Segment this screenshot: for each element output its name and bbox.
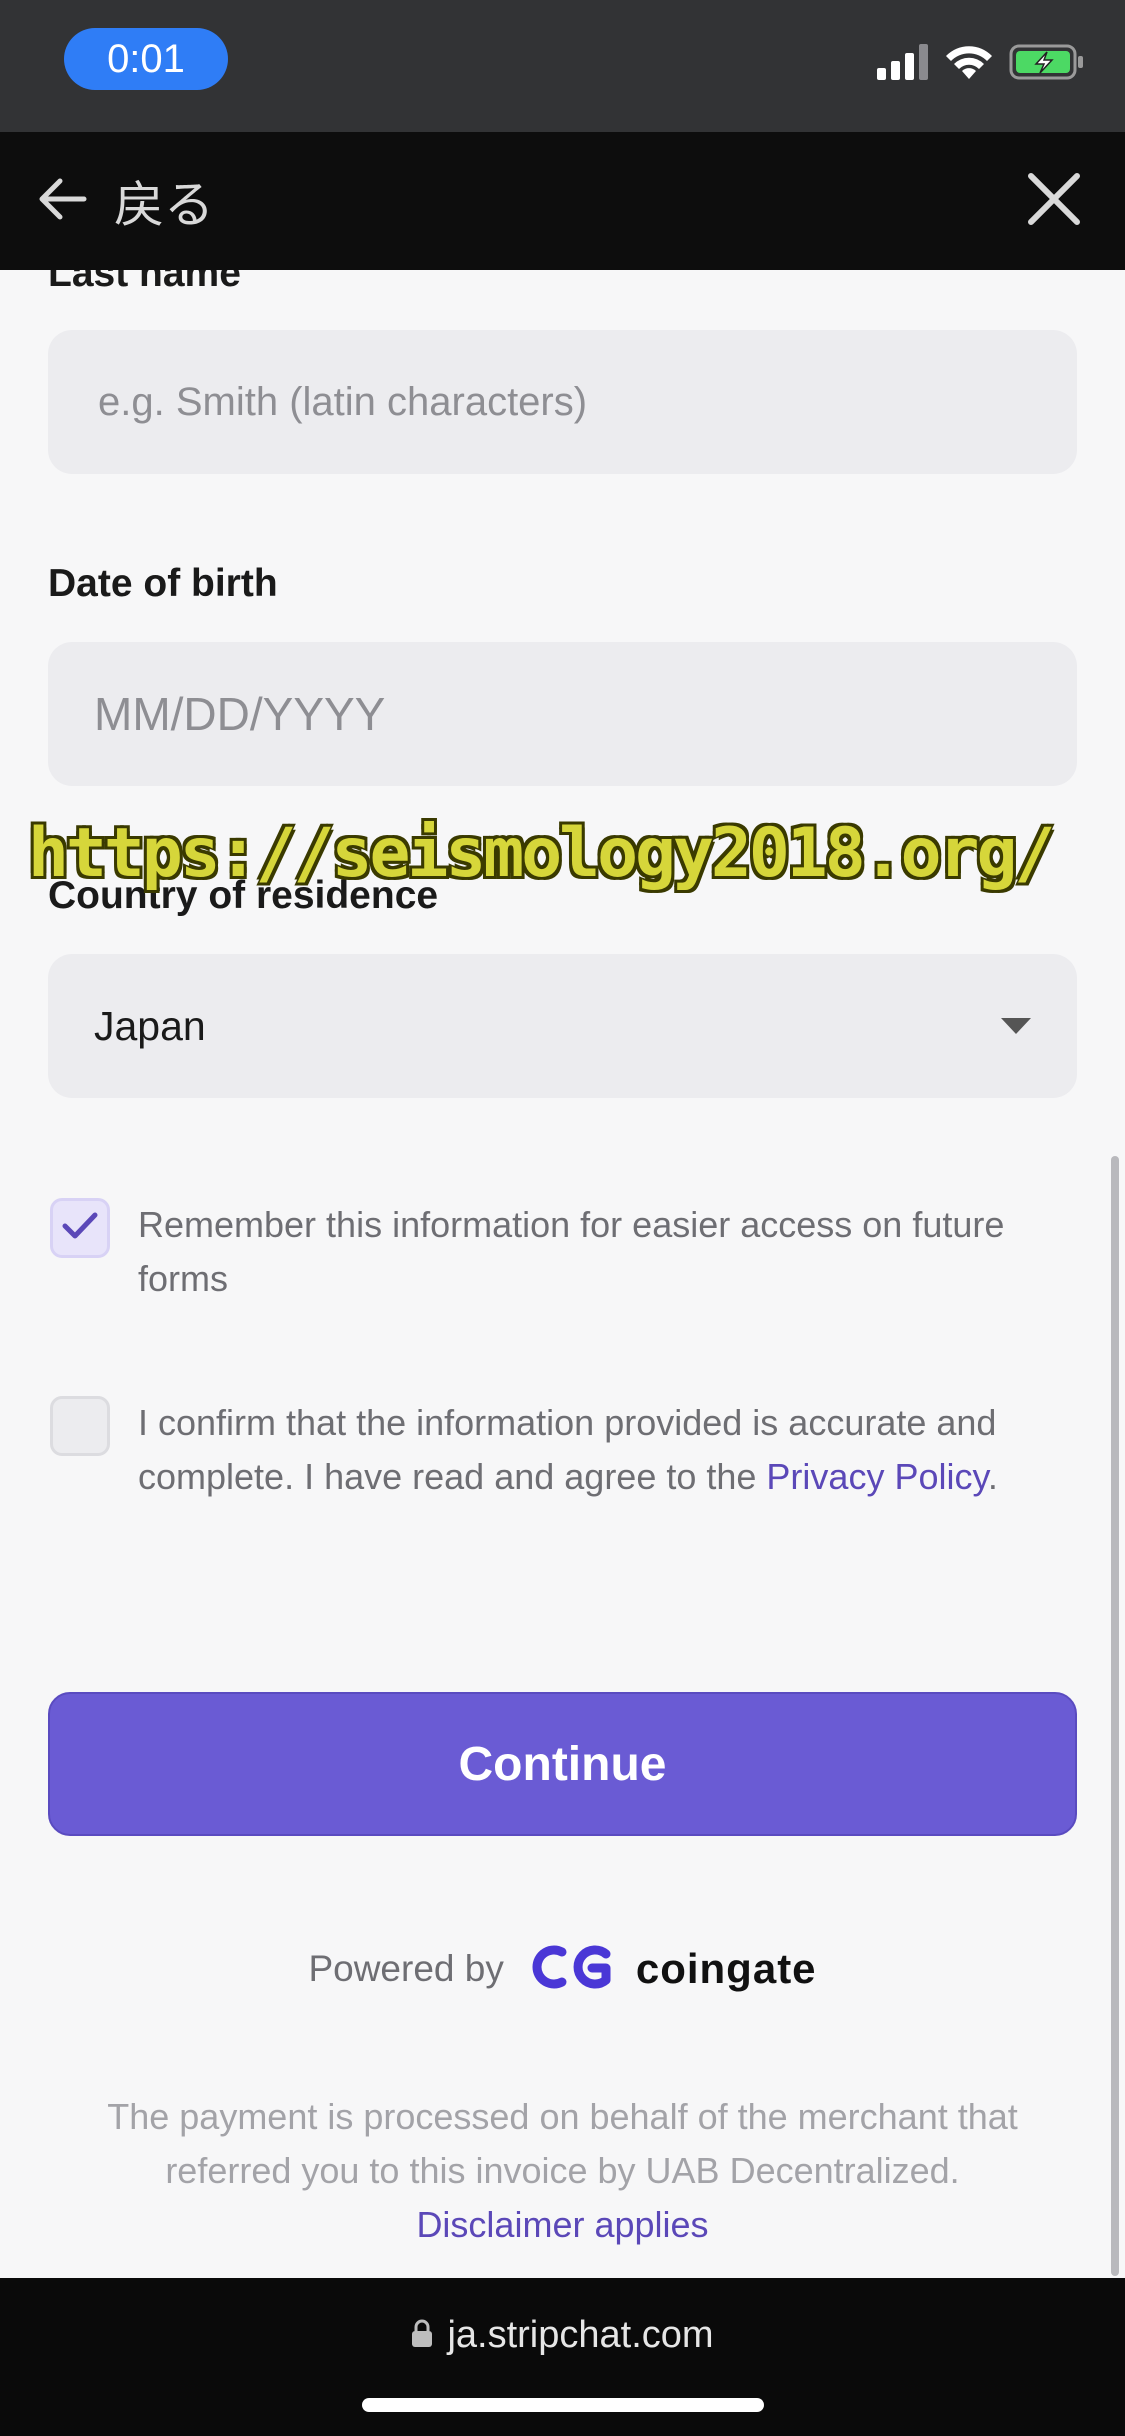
status-time: 0:01	[64, 28, 228, 90]
arrow-left-icon	[36, 177, 88, 226]
date-of-birth-label: Date of birth	[48, 562, 278, 605]
confirm-text-suffix: .	[987, 1456, 998, 1497]
coingate-brand-name: coingate	[635, 1945, 817, 1992]
browser-url-bar: ja.stripchat.com	[0, 2278, 1125, 2436]
powered-by: Powered by coingate	[0, 1934, 1125, 2004]
powered-by-label: Powered by	[308, 1948, 504, 1989]
lock-icon	[411, 2318, 433, 2353]
home-indicator	[362, 2398, 764, 2412]
watermark-overlay: https://seismology2018.org/	[28, 814, 1055, 893]
date-of-birth-input[interactable]	[48, 642, 1077, 786]
disclaimer-link[interactable]: Disclaimer applies	[416, 2204, 708, 2245]
close-button[interactable]	[1019, 166, 1089, 236]
url-text: ja.stripchat.com	[447, 2314, 714, 2356]
status-icons	[877, 42, 1085, 86]
signal-icon	[877, 43, 929, 85]
chevron-down-icon	[1001, 1018, 1031, 1034]
wifi-icon	[945, 43, 993, 86]
coingate-logo-icon	[528, 1944, 612, 1995]
date-of-birth-field-wrapper	[48, 642, 1077, 786]
back-button[interactable]: 戻る	[36, 166, 214, 236]
country-select-value: Japan	[94, 1002, 206, 1049]
url-row[interactable]: ja.stripchat.com	[0, 2314, 1125, 2357]
country-select[interactable]: Japan	[48, 954, 1077, 1098]
checkmark-icon	[61, 1211, 99, 1246]
last-name-input[interactable]	[48, 330, 1077, 474]
footer-disclaimer-text: The payment is processed on behalf of th…	[107, 2096, 1018, 2191]
continue-button[interactable]: Continue	[48, 1692, 1077, 1836]
remember-checkbox[interactable]	[50, 1198, 110, 1258]
back-label: 戻る	[114, 177, 214, 233]
form-content[interactable]: Last name Date of birth Country of resid…	[0, 270, 1125, 2278]
remember-text: Remember this information for easier acc…	[138, 1204, 1005, 1299]
privacy-policy-link[interactable]: Privacy Policy	[766, 1456, 987, 1497]
footer-disclaimer: The payment is processed on behalf of th…	[60, 2090, 1065, 2252]
last-name-field-wrapper	[48, 330, 1077, 474]
status-bar: 0:01	[0, 0, 1125, 132]
battery-icon	[1009, 42, 1085, 87]
close-icon	[1027, 172, 1081, 231]
nav-bar: 戻る	[0, 132, 1125, 270]
scrollbar[interactable]	[1111, 1156, 1119, 2276]
confirm-text: I confirm that the information provided …	[138, 1396, 1038, 1504]
confirm-checkbox[interactable]	[50, 1396, 110, 1456]
last-name-label: Last name	[48, 270, 241, 295]
